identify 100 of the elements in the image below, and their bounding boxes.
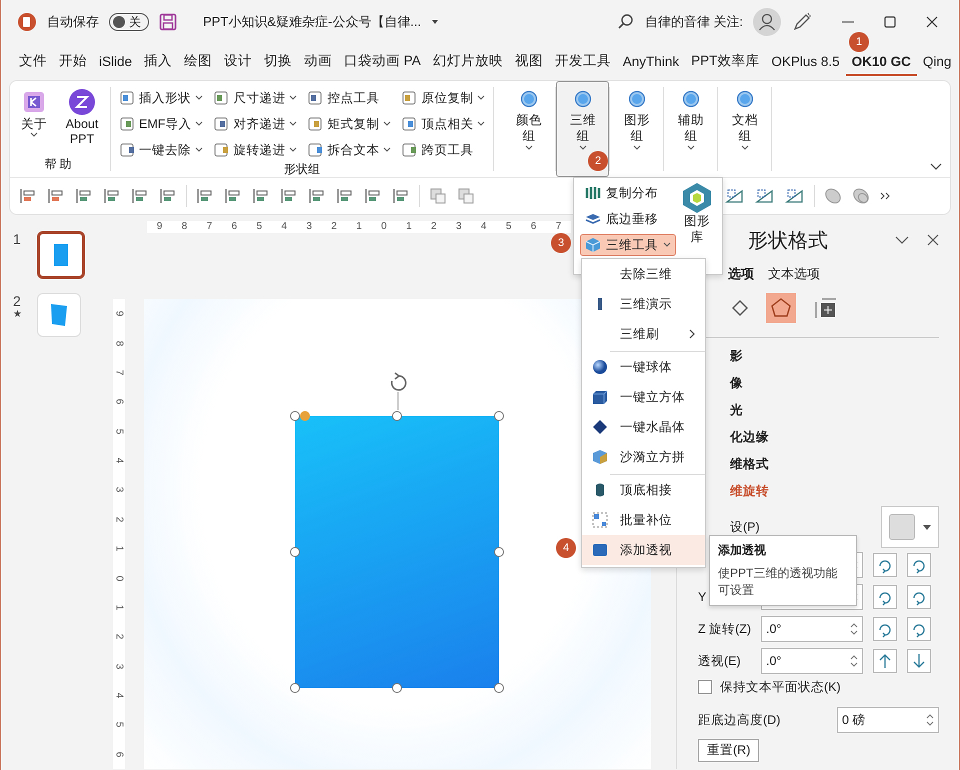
ribbon-tab[interactable]: 插入: [138, 48, 178, 76]
ribbon-tab[interactable]: 开发工具: [548, 48, 617, 76]
caret-icon: [289, 121, 298, 127]
ribbon-tab[interactable]: 动画: [298, 48, 338, 76]
menu-item[interactable]: 底边垂移: [580, 208, 676, 230]
arrow-button[interactable]: [873, 649, 897, 673]
group-button[interactable]: 辅助组: [664, 81, 718, 177]
ribbon-tab[interactable]: 切换: [258, 48, 298, 76]
tool-button[interactable]: 控点工具: [307, 87, 392, 109]
tool-button[interactable]: EMF导入: [119, 113, 204, 135]
collapse-ribbon-icon[interactable]: [930, 163, 942, 171]
spin-field[interactable]: .0°: [761, 648, 863, 674]
menu-item[interactable]: 一键立方体: [582, 382, 705, 412]
resize-handle[interactable]: [290, 411, 300, 421]
maximize-icon[interactable]: [883, 15, 897, 29]
adjust-handle[interactable]: [300, 411, 310, 421]
checkbox[interactable]: [698, 680, 712, 694]
tool-button[interactable]: 对齐递进: [213, 113, 298, 135]
group-button[interactable]: 颜色组: [502, 81, 556, 177]
spin-field[interactable]: .0°: [761, 616, 863, 642]
tool-button[interactable]: 原位复制: [401, 87, 486, 109]
sphere-icon: [592, 359, 608, 375]
tool-button[interactable]: 拆合文本: [307, 139, 392, 161]
resize-handle[interactable]: [494, 683, 504, 693]
ribbon-tab[interactable]: 绘图: [178, 48, 218, 76]
pen-icon[interactable]: [791, 11, 813, 33]
ribbon-tab[interactable]: 开始: [53, 48, 93, 76]
chevron-down-icon[interactable]: [895, 235, 909, 245]
reset-button[interactable]: 重置(R): [698, 739, 760, 762]
tool-button[interactable]: 矩式复制: [307, 113, 392, 135]
resize-handle[interactable]: [290, 683, 300, 693]
close-icon[interactable]: [927, 234, 939, 246]
rotate-button[interactable]: [873, 585, 897, 609]
pane-tab[interactable]: 选项: [728, 265, 754, 283]
ribbon-tab[interactable]: 设计: [218, 48, 258, 76]
section-heading[interactable]: 像: [730, 370, 939, 397]
tool-icon: [213, 90, 230, 106]
size-icon[interactable]: [814, 296, 838, 320]
ribbon-tab[interactable]: Qing: [916, 48, 958, 76]
section-heading[interactable]: 化边缘: [730, 424, 939, 451]
rotate-button[interactable]: [873, 553, 897, 577]
rotate-button[interactable]: [907, 553, 931, 577]
autosave-toggle[interactable]: 关: [109, 13, 149, 31]
search-icon[interactable]: [616, 13, 635, 31]
resize-handle[interactable]: [392, 683, 402, 693]
save-icon[interactable]: [159, 13, 177, 31]
menu-item[interactable]: 一键水晶体: [582, 412, 705, 442]
resize-handle[interactable]: [494, 411, 504, 421]
section-heading[interactable]: 维旋转: [730, 478, 939, 505]
more-icon[interactable]: [879, 191, 891, 201]
caret-icon: [383, 121, 392, 127]
group-button[interactable]: 图形组: [610, 81, 664, 177]
ribbon-tab[interactable]: iSlide: [93, 48, 138, 76]
ribbon-tab[interactable]: PPT效率库: [685, 48, 766, 76]
rotate-button[interactable]: [907, 585, 931, 609]
menu-item[interactable]: 一键球体: [582, 352, 705, 382]
oval-icon[interactable]: [823, 186, 843, 206]
menu-item[interactable]: 三维工具: [580, 234, 676, 256]
section-heading[interactable]: 光: [730, 397, 939, 424]
close-icon[interactable]: [925, 15, 939, 29]
menu-item[interactable]: 去除三维: [582, 259, 705, 289]
caret-icon[interactable]: [431, 19, 440, 25]
tool-button[interactable]: 插入形状: [119, 87, 204, 109]
ribbon-tab[interactable]: 口袋动画 PA: [338, 48, 427, 76]
ribbon-tab[interactable]: 幻灯片放映: [426, 48, 509, 76]
menu-item[interactable]: 复制分布: [580, 182, 676, 204]
group-button[interactable]: 文档组: [718, 81, 772, 177]
about-button[interactable]: About PPT: [62, 87, 102, 147]
pane-tab[interactable]: 文本选项: [768, 265, 820, 283]
menu-item[interactable]: 顶底相接: [582, 475, 705, 505]
circle-icon: [520, 90, 538, 108]
oval-icon[interactable]: [851, 186, 871, 206]
menu-item[interactable]: 三维演示: [582, 289, 705, 319]
tool-button[interactable]: 尺寸递进: [213, 87, 298, 109]
tool-button[interactable]: 跨页工具: [401, 139, 486, 161]
ribbon-tab[interactable]: 视图: [508, 48, 549, 76]
layers-icon[interactable]: [428, 186, 448, 206]
menu-item[interactable]: 添加透视: [582, 535, 705, 565]
circle-icon: [574, 90, 592, 108]
menu-item[interactable]: 批量补位: [582, 505, 705, 535]
avatar-icon[interactable]: [753, 8, 781, 36]
layers-icon[interactable]: [456, 186, 476, 206]
spin-field[interactable]: 0 磅: [837, 707, 939, 733]
tool-button[interactable]: 一键去除: [119, 139, 204, 161]
section-heading[interactable]: 影: [730, 343, 939, 370]
tooltip-text: 使PPT三维的透视功能可设置: [718, 565, 838, 599]
ribbon-tab[interactable]: AnyThink: [616, 48, 686, 76]
section-heading[interactable]: 维格式: [730, 451, 939, 478]
ribbon-tab[interactable]: OKPlus 8.5: [765, 48, 846, 76]
resize-handle[interactable]: [290, 547, 300, 557]
ribbon-tab[interactable]: 文件: [13, 48, 53, 76]
arrow-button[interactable]: [907, 649, 931, 673]
resize-handle[interactable]: [392, 411, 402, 421]
rotate-button[interactable]: [907, 617, 931, 641]
rotate-button[interactable]: [873, 617, 897, 641]
slide-thumbnail[interactable]: [37, 231, 85, 279]
tool-button[interactable]: 顶点相关: [401, 113, 486, 135]
about-button[interactable]: 关于: [14, 87, 54, 147]
resize-handle[interactable]: [494, 547, 504, 557]
tool-button[interactable]: 旋转递进: [213, 139, 298, 161]
